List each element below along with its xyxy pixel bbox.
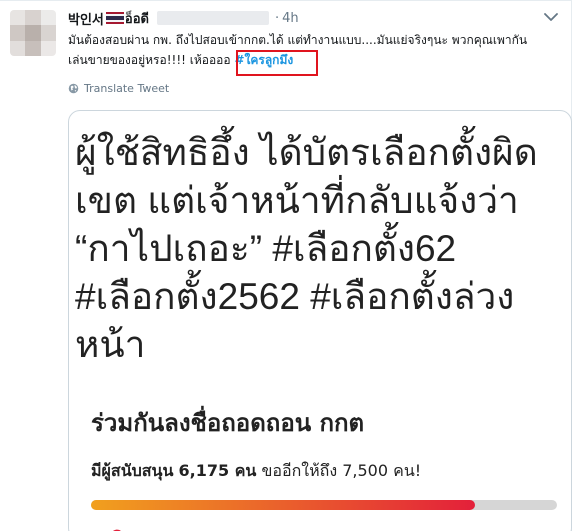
separator-dot: · bbox=[274, 10, 280, 26]
author-name[interactable]: 박인서 bbox=[68, 9, 104, 28]
headline-line-1: ผู้ใช้สิทธิอึ้ง ได้บัตรเลือกตั้งผิด bbox=[75, 132, 538, 173]
progress-fill bbox=[91, 500, 475, 510]
redacted-handle bbox=[156, 11, 269, 25]
top-border bbox=[0, 0, 572, 1]
headline-line-2: เขต แต่เจ้าหน้าที่กลับแจ้งว่า bbox=[75, 180, 519, 221]
progress-bar bbox=[91, 500, 557, 510]
headline-line-4: #เลือกตั้ง2562 #เลือกตั้งล่วง bbox=[75, 276, 515, 317]
thai-flag-icon bbox=[105, 12, 124, 24]
translate-label: Translate Tweet bbox=[84, 81, 170, 95]
tweet-header: 박인서 อ็อดี · 4h bbox=[68, 8, 299, 29]
tweet-text-line-2-body: เล่นขายของอยู่หรอ!!!! เห้ออออ bbox=[68, 53, 231, 67]
globe-icon bbox=[68, 83, 79, 93]
supporters-suffix: ขออีกให้ถึง 7,500 คน! bbox=[261, 461, 422, 480]
supporters-count: 6,175 คน bbox=[178, 461, 257, 480]
avatar[interactable] bbox=[10, 10, 56, 56]
link-preview-card[interactable]: ผู้ใช้สิทธิอึ้ง ได้บัตรเลือกตั้งผิด เขต … bbox=[68, 110, 572, 531]
supporters-prefix: มีผู้สนับสนุน bbox=[91, 461, 174, 480]
card-headline: ผู้ใช้สิทธิอึ้ง ได้บัตรเลือกตั้งผิด เขต … bbox=[75, 129, 561, 369]
headline-line-5: หน้า bbox=[75, 324, 146, 365]
hearts-decoration bbox=[112, 529, 121, 531]
chevron-down-icon[interactable] bbox=[544, 12, 558, 22]
petition-title: ร่วมกันลงชื่อถอดถอน กกต bbox=[91, 409, 365, 437]
headline-line-3: “กาไปเถอะ” #เลือกตั้ง62 bbox=[75, 228, 457, 269]
tweet-text-line-1: มันต้องสอบผ่าน กพ. ถึงไปสอบเข้ากกต.ได้ แ… bbox=[68, 33, 528, 47]
highlight-box bbox=[236, 50, 318, 76]
supporters-text: มีผู้สนับสนุน 6,175 คน ขออีกให้ถึง 7,500… bbox=[91, 459, 421, 484]
translate-tweet-link[interactable]: Translate Tweet bbox=[68, 80, 169, 96]
author-name-suffix[interactable]: อ็อดี bbox=[125, 8, 149, 29]
tweet-timestamp[interactable]: 4h bbox=[282, 11, 299, 26]
